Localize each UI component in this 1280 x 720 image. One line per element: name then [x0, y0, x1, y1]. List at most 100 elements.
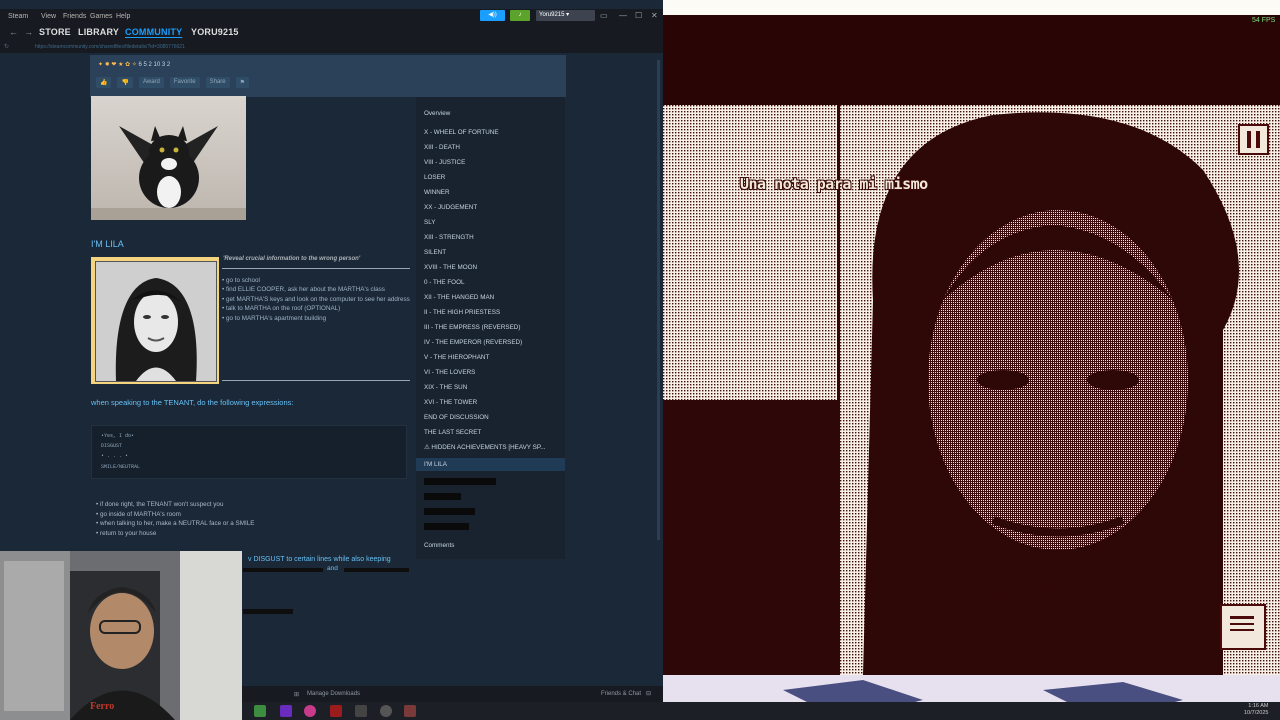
broadcast-button[interactable]: ◀)) — [480, 10, 505, 21]
toc-item[interactable]: IV - THE EMPEROR (REVERSED) — [424, 339, 522, 346]
toc-item[interactable]: SLY — [424, 219, 435, 226]
share-button[interactable]: Share — [205, 77, 230, 88]
steps-list: • go to school • find ELLIE COOPER, ask … — [222, 276, 412, 323]
toc-item[interactable]: XIII - STRENGTH — [424, 234, 474, 241]
url-bar[interactable]: ↻ https://steamcommunity.com/sharedfiles… — [0, 41, 663, 53]
notebook-icon — [1230, 616, 1254, 619]
app-icon-game[interactable] — [330, 705, 342, 717]
bullet-list: • if done right, the TENANT won't suspec… — [96, 500, 416, 538]
toc-item[interactable]: X - WHEEL OF FORTUNE — [424, 129, 499, 136]
list-item: • go to MARTHA's apartment building — [222, 314, 327, 322]
spoiler-block[interactable] — [424, 523, 469, 530]
toc-item[interactable]: ⚠ HIDDEN ACHIEVEMENTS [HEAVY SP... — [424, 444, 545, 451]
nav-community[interactable]: COMMUNITY — [125, 27, 182, 37]
thumbs-down-icon[interactable]: 👎 — [117, 77, 133, 88]
back-arrow-icon[interactable]: ← — [9, 27, 18, 37]
toc-item[interactable]: THE LAST SECRET — [424, 429, 481, 436]
toc-item[interactable]: XVI - THE TOWER — [424, 399, 477, 406]
friends-chat[interactable]: Friends & Chat — [601, 691, 641, 697]
webcam-image: Ferro — [0, 551, 242, 720]
spoiler-block[interactable] — [424, 493, 461, 500]
game-subtitle: Una nota para mi mismo — [740, 175, 928, 193]
maximize-button[interactable]: ☐ — [635, 11, 642, 20]
thumbs-up-icon[interactable]: 👍 — [96, 77, 112, 88]
list-item: • when talking to her, make a NEUTRAL fa… — [96, 520, 255, 527]
nav-library[interactable]: LIBRARY — [78, 27, 119, 37]
expression-code-box: •Yes, I do• DISGUST • . . . • SMILE/NEUT… — [91, 425, 407, 479]
flag-icon[interactable]: ⚑ — [235, 77, 249, 88]
account-button[interactable]: Yoru9215 ▾ — [536, 10, 595, 21]
page-scrollbar[interactable] — [657, 60, 660, 540]
award-counts: ✦ ✹ ❤ ★ ✿ ✧ 6 5 2 10 3 2 — [98, 62, 171, 68]
account-name: Yoru9215 — [539, 12, 565, 18]
quote-text: 'Reveal crucial information to the wrong… — [223, 256, 361, 262]
app-icon-avatar[interactable] — [404, 705, 416, 717]
close-button[interactable]: ✕ — [651, 11, 658, 20]
minimize-button[interactable]: — — [619, 11, 627, 20]
toc-overview[interactable]: Overview — [424, 110, 450, 117]
quote-divider — [222, 268, 410, 269]
spoiler-block[interactable] — [424, 508, 475, 515]
notebook-icon — [1230, 623, 1254, 625]
forward-arrow-icon[interactable]: → — [24, 27, 33, 37]
toc-item[interactable]: XII - THE HANGED MAN — [424, 294, 494, 301]
spoiler-block[interactable] — [344, 568, 409, 572]
speaking-instruction: when speaking to the TENANT, do the foll… — [91, 398, 294, 407]
toc-item[interactable]: III - THE EMPRESS (REVERSED) — [424, 324, 520, 331]
code-line: DISGUST — [101, 443, 123, 449]
games-menu[interactable]: Games — [90, 13, 113, 20]
favorite-button[interactable]: Favorite — [169, 77, 200, 88]
cat-illustration — [91, 126, 246, 220]
game-window — [663, 0, 1280, 720]
app-icon-steam[interactable] — [355, 705, 367, 717]
toc-item[interactable]: V - THE HIEROPHANT — [424, 354, 489, 361]
settings-gear-icon[interactable] — [380, 705, 392, 717]
toc-item[interactable]: XVIII - THE MOON — [424, 264, 477, 271]
list-item: • go inside of MARTHA's room — [96, 510, 181, 518]
list-item: • talk to MARTHA on the roof (OPTIONAL) — [222, 305, 341, 313]
disgust-instruction: v DISGUST to certain lines while also ke… — [248, 556, 391, 563]
reload-icon[interactable]: ↻ — [4, 43, 9, 50]
list-item: • get MARTHA'S keys and look on the comp… — [222, 295, 410, 303]
toc-item[interactable]: XX - JUDGEMENT — [424, 204, 477, 211]
help-menu[interactable]: Help — [116, 13, 130, 20]
code-line: • . . . • — [101, 453, 129, 459]
app-icon-obs[interactable] — [304, 705, 316, 717]
notebook-icon — [1230, 629, 1254, 631]
toc-comments[interactable]: Comments — [424, 542, 454, 549]
friends-menu[interactable]: Friends — [63, 13, 86, 20]
toc-item[interactable]: VIII - JUSTICE — [424, 159, 465, 166]
toc-item-im-lila[interactable]: I'M LILA — [424, 461, 447, 468]
toc-item[interactable]: SILENT — [424, 249, 446, 256]
spoiler-block[interactable] — [243, 568, 323, 572]
nav-user[interactable]: YORU9215 — [191, 27, 239, 37]
award-button[interactable]: Award — [138, 77, 164, 88]
view-mode-button[interactable]: ▭ — [600, 11, 608, 20]
and-text: and — [327, 565, 338, 572]
lila-portrait — [91, 257, 219, 384]
section-title: I'M LILA — [91, 239, 124, 249]
manage-downloads[interactable]: Manage Downloads — [307, 691, 360, 697]
notifications-button[interactable]: ♪ — [510, 10, 530, 21]
toc-item[interactable]: XIII - DEATH — [424, 144, 460, 151]
toc-item[interactable]: II - THE HIGH PRIESTESS — [424, 309, 500, 316]
chat-icon[interactable]: ⊟ — [646, 690, 651, 697]
spoiler-block[interactable] — [424, 478, 496, 485]
view-menu[interactable]: View — [41, 13, 56, 20]
toc-item[interactable]: 0 - THE FOOL — [424, 279, 464, 286]
clock-date: 10/7/2025 — [1244, 710, 1269, 716]
toc-item[interactable]: LOSER — [424, 174, 445, 181]
notebook-button[interactable] — [1220, 604, 1266, 650]
app-icon-file-explorer[interactable] — [254, 705, 266, 717]
toc-item[interactable]: END OF DISCUSSION — [424, 414, 489, 421]
steam-menu[interactable]: Steam — [8, 13, 28, 20]
downloads-icon[interactable]: ⊞ — [294, 691, 299, 698]
steam-nav-bar: ← → STORE LIBRARY COMMUNITY YORU9215 — [0, 23, 663, 41]
toc-item[interactable]: VI - THE LOVERS — [424, 369, 475, 376]
spoiler-block[interactable] — [243, 609, 293, 614]
nav-store[interactable]: STORE — [39, 27, 71, 37]
app-icon-twitch[interactable] — [280, 705, 292, 717]
toc-item[interactable]: WINNER — [424, 189, 450, 196]
pause-button[interactable] — [1238, 124, 1269, 155]
toc-item[interactable]: XIX - THE SUN — [424, 384, 467, 391]
